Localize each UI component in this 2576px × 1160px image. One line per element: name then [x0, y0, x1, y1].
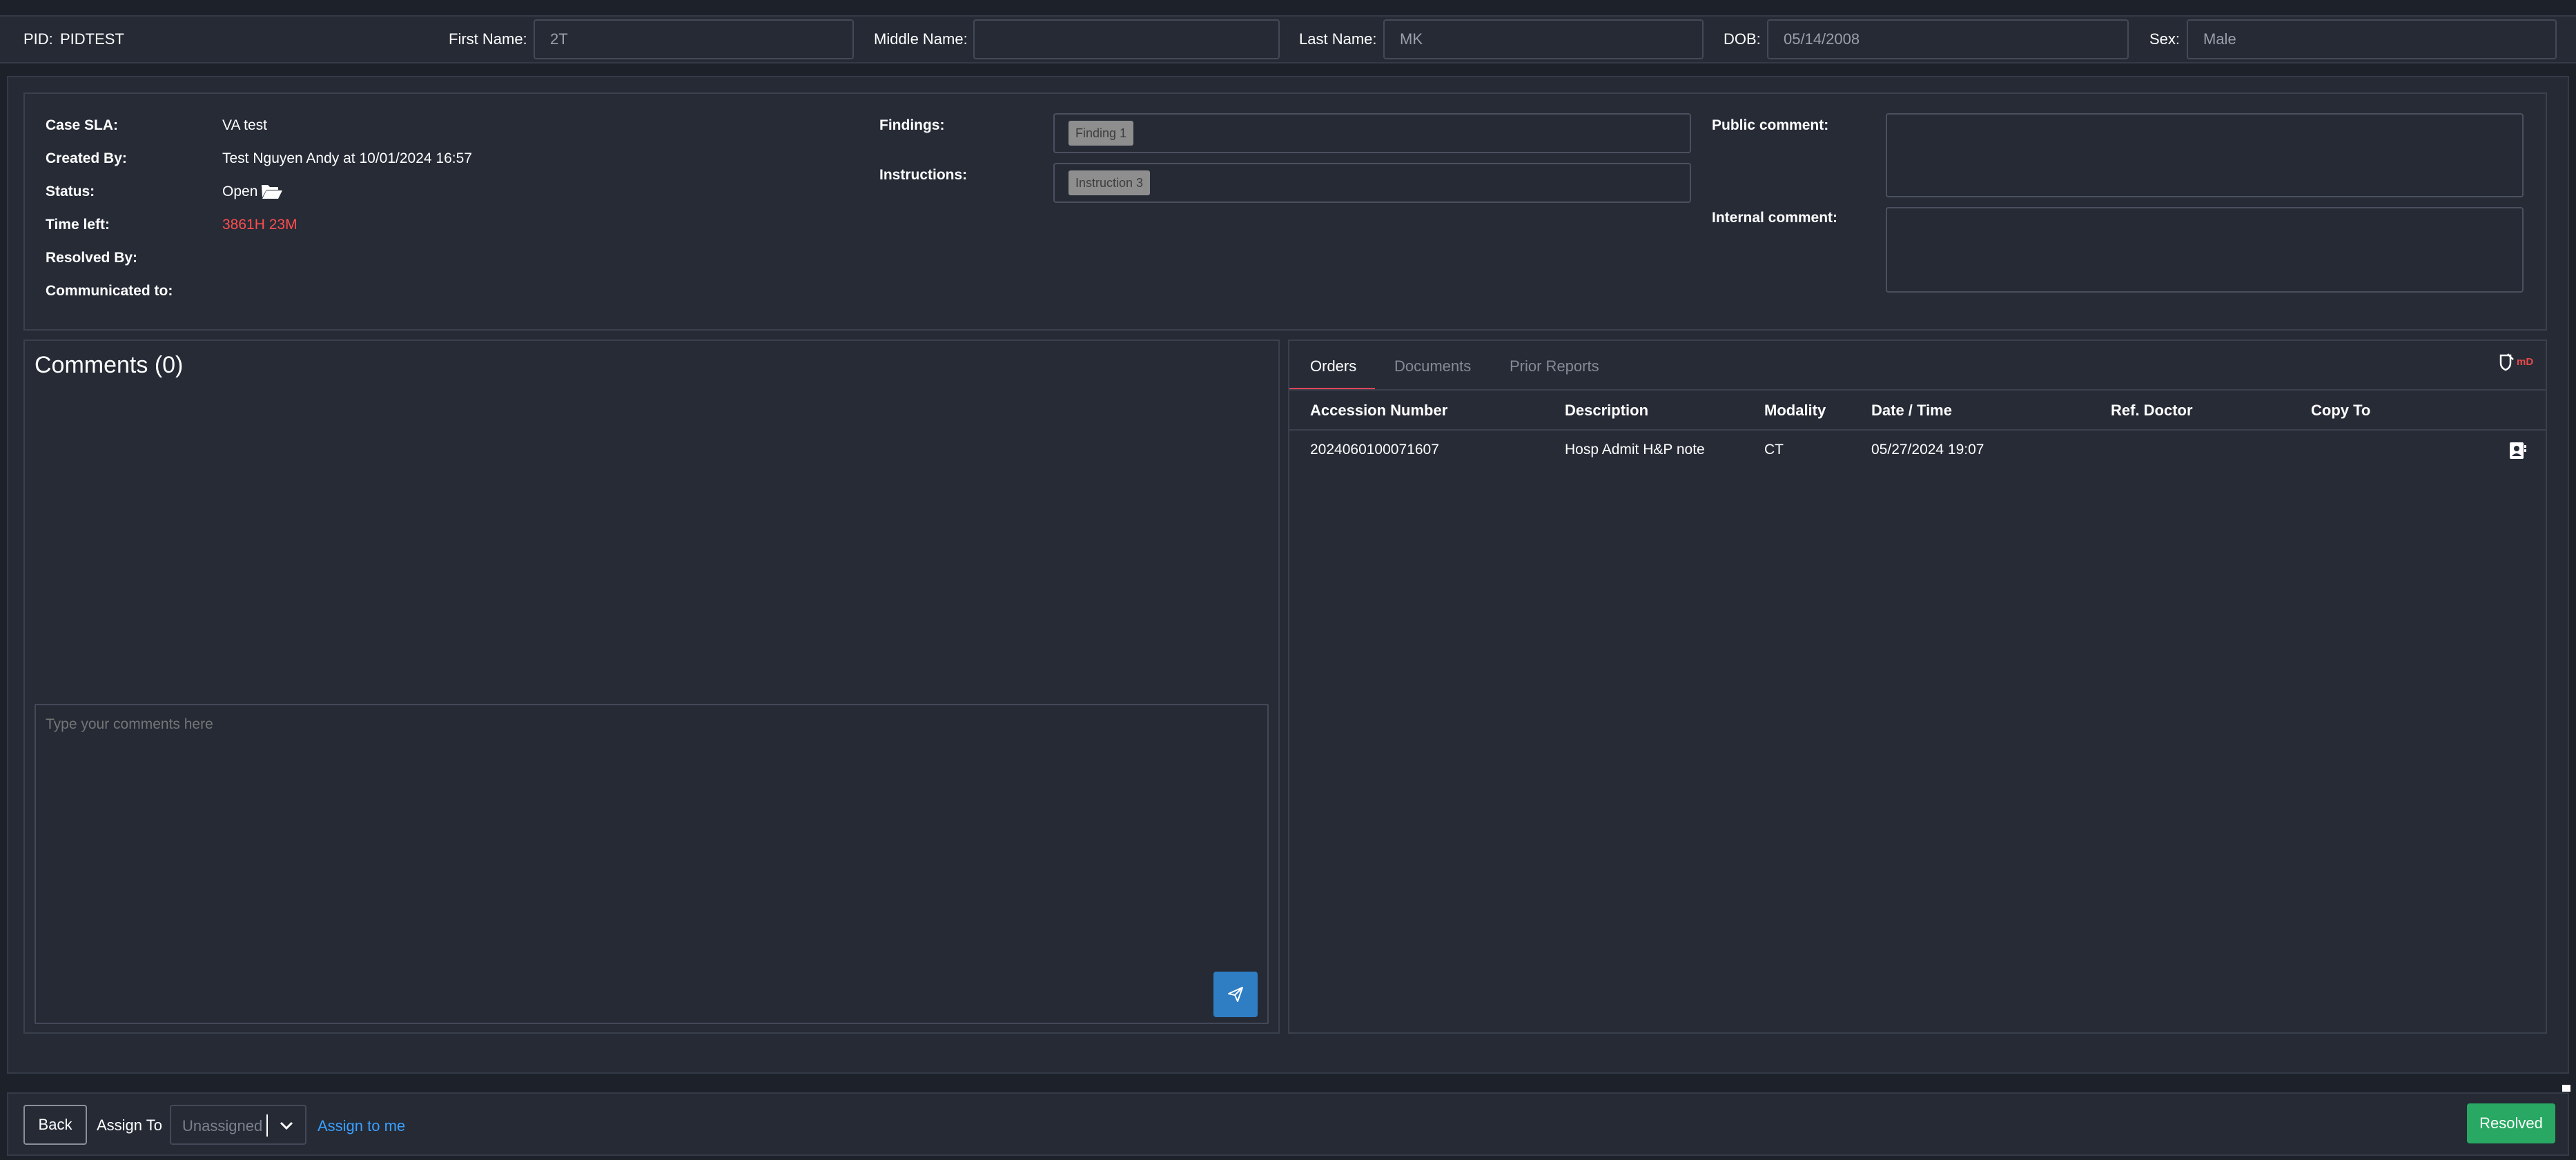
column-header-copy-to[interactable]: Copy To: [2311, 402, 2370, 420]
public-comment-field[interactable]: [1886, 113, 2524, 197]
sex-label: Sex:: [2149, 30, 2180, 48]
cell-accession: 2024060100071607: [1310, 442, 1439, 458]
comments-panel: Comments (0): [23, 340, 1280, 1034]
column-header-accession[interactable]: Accession Number: [1310, 402, 1447, 420]
resize-marker: [2562, 1085, 2570, 1092]
cell-description: Hosp Admit H&P note: [1565, 442, 1705, 458]
last-name-label: Last Name:: [1299, 30, 1377, 48]
internal-comment-label: Internal comment:: [1712, 210, 1838, 226]
patient-header: PID: PIDTEST First Name: 2T Middle Name:…: [0, 15, 2576, 63]
instructions-input[interactable]: Instruction 3: [1053, 163, 1691, 203]
internal-comment-field[interactable]: [1886, 207, 2524, 293]
assign-to-me-link[interactable]: Assign to me: [318, 1117, 405, 1135]
brand-logo: mD: [2499, 353, 2537, 373]
footer-bar: Back Assign To Unassigned Assign to me R…: [7, 1092, 2569, 1156]
communicated-to-label: Communicated to:: [46, 283, 173, 299]
finding-tag[interactable]: Finding 1: [1069, 121, 1134, 146]
instruction-tag[interactable]: Instruction 3: [1069, 170, 1151, 195]
findings-input[interactable]: Finding 1: [1053, 113, 1691, 153]
instructions-label: Instructions:: [879, 167, 968, 183]
findings-label: Findings:: [879, 117, 945, 133]
assign-to-placeholder: Unassigned: [182, 1117, 263, 1134]
case-sla-value: VA test: [222, 117, 267, 133]
select-separator: [266, 1114, 268, 1137]
case-info-panel: Case SLA: VA test Created By: Test Nguye…: [23, 92, 2547, 331]
back-button[interactable]: Back: [23, 1105, 87, 1145]
case-sla-label: Case SLA:: [46, 117, 119, 133]
send-comment-button[interactable]: [1213, 972, 1258, 1017]
resolved-by-label: Resolved By:: [46, 250, 138, 266]
brand-text: mD: [2517, 356, 2534, 368]
status-label: Status:: [46, 184, 95, 199]
status-value: Open: [222, 184, 258, 199]
tab-prior-reports[interactable]: Prior Reports: [1510, 357, 1599, 375]
tab-orders[interactable]: Orders: [1310, 357, 1356, 375]
time-left-label: Time left:: [46, 217, 110, 233]
column-header-datetime[interactable]: Date / Time: [1871, 402, 1952, 420]
contact-card-icon[interactable]: [2508, 441, 2526, 460]
first-name-field[interactable]: 2T: [534, 19, 854, 59]
dob-field[interactable]: 05/14/2008: [1767, 19, 2129, 59]
dob-label: DOB:: [1724, 30, 1761, 48]
pid-label: PID:: [23, 30, 53, 48]
brand-shield-icon: [2499, 353, 2514, 371]
last-name-field[interactable]: MK: [1383, 19, 1704, 59]
folder-open-icon: [261, 182, 283, 200]
resolved-button[interactable]: Resolved: [2467, 1103, 2555, 1143]
chevron-down-icon[interactable]: [279, 1120, 294, 1131]
created-by-value: Test Nguyen Andy at 10/01/2024 16:57: [222, 150, 472, 166]
middle-name-label: Middle Name:: [874, 30, 968, 48]
assign-to-select[interactable]: Unassigned: [170, 1105, 306, 1145]
middle-name-field[interactable]: [973, 19, 1280, 59]
public-comment-label: Public comment:: [1712, 117, 1829, 133]
first-name-label: First Name:: [449, 30, 527, 48]
tab-documents[interactable]: Documents: [1394, 357, 1471, 375]
orders-panel: Orders Documents Prior Reports mD Access…: [1288, 340, 2547, 1034]
comment-textarea[interactable]: [35, 704, 1269, 1024]
comments-title: Comments (0): [35, 352, 184, 378]
pid-value: PIDTEST: [60, 30, 124, 48]
time-left-value: 3861H 23M: [222, 217, 297, 233]
table-row[interactable]: 2024060100071607 Hosp Admit H&P note CT …: [1289, 431, 2546, 472]
paper-plane-icon: [1228, 987, 1243, 1002]
column-header-ref-doctor[interactable]: Ref. Doctor: [2111, 402, 2193, 420]
sex-field[interactable]: Male: [2187, 19, 2557, 59]
cell-datetime: 05/27/2024 19:07: [1871, 442, 1984, 458]
column-header-modality[interactable]: Modality: [1764, 402, 1826, 420]
cell-modality: CT: [1764, 442, 1784, 458]
assign-to-label: Assign To: [97, 1117, 162, 1134]
tabs-divider: [1289, 389, 2546, 391]
created-by-label: Created By:: [46, 150, 127, 166]
column-header-description[interactable]: Description: [1565, 402, 1648, 420]
